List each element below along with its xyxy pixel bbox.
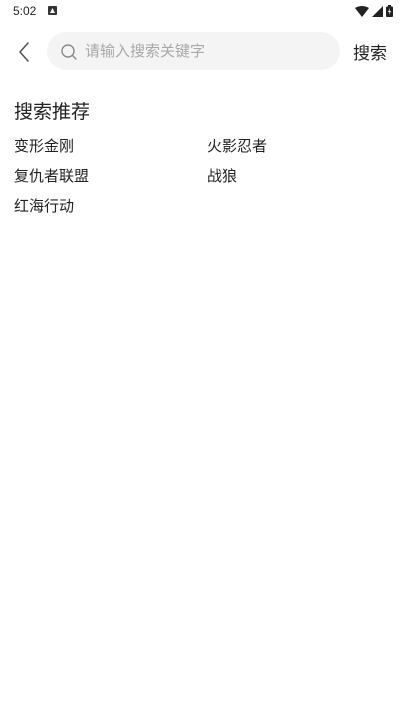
recommend-item[interactable]: 火影忍者 — [207, 131, 387, 161]
search-input[interactable] — [85, 32, 325, 70]
recommend-item[interactable]: 战狼 — [207, 161, 387, 191]
battery-icon — [386, 5, 393, 17]
recommend-list: 变形金刚 火影忍者 复仇者联盟 战狼 红海行动 — [14, 131, 394, 221]
recommend-item[interactable]: 复仇者联盟 — [14, 161, 207, 191]
search-box[interactable] — [47, 32, 340, 70]
chevron-left-icon — [19, 42, 29, 62]
status-bar: 5:02 — [0, 0, 404, 24]
status-icons — [355, 5, 393, 17]
notification-a-icon — [48, 6, 57, 15]
wifi-icon — [355, 5, 369, 17]
search-icon — [61, 44, 77, 60]
search-recommend-section: 搜索推荐 变形金刚 火影忍者 复仇者联盟 战狼 红海行动 — [14, 98, 394, 221]
back-button[interactable] — [12, 38, 36, 66]
section-title: 搜索推荐 — [14, 101, 91, 123]
status-time: 5:02 — [13, 4, 37, 18]
recommend-item[interactable]: 红海行动 — [14, 191, 207, 221]
search-button[interactable]: 搜索 — [353, 39, 387, 64]
search-header: 搜索 — [0, 30, 404, 74]
recommend-item[interactable]: 变形金刚 — [14, 131, 207, 161]
signal-icon — [372, 5, 383, 17]
